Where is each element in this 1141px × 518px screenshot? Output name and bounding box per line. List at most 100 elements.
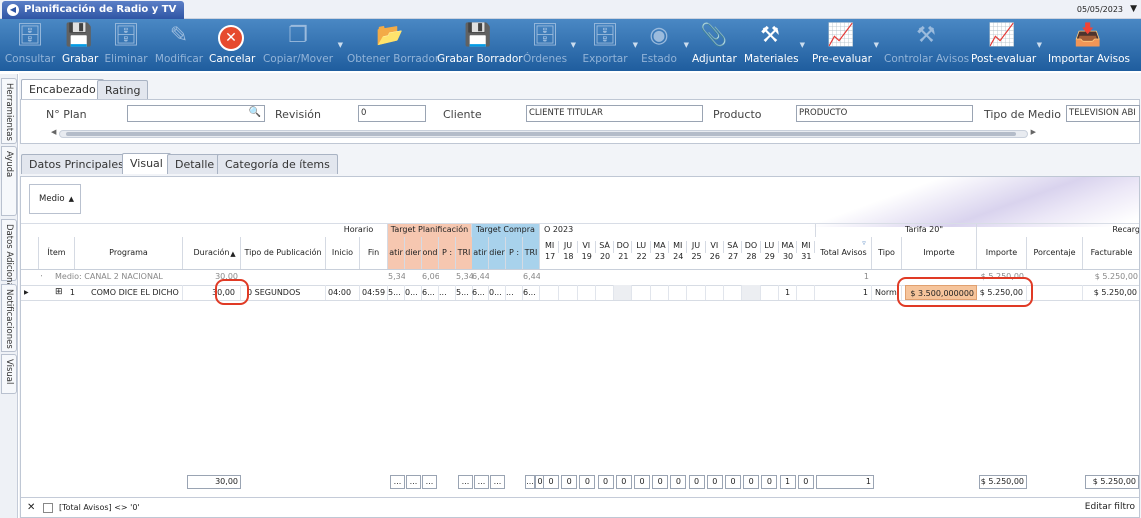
grabar-button[interactable]: 💾 Grabar	[62, 21, 98, 69]
sidetab-herramientas[interactable]: Herramientas	[1, 78, 17, 144]
dropdown-arrow-icon[interactable]: ▼	[571, 41, 576, 49]
row-day-cell[interactable]	[541, 285, 560, 300]
row-target-compra[interactable]: 6...	[472, 285, 489, 300]
row-day-cell[interactable]	[742, 285, 761, 300]
obtener-borrador-button[interactable]: 📂 Obtener Borrador	[347, 21, 439, 69]
edit-filter-link[interactable]: Editar filtro	[1085, 502, 1135, 512]
row-target-plan[interactable]: ...	[439, 285, 456, 300]
row-porcentaje[interactable]	[1027, 285, 1083, 300]
dropdown-arrow-icon[interactable]: ▼	[684, 41, 689, 49]
estado-button[interactable]: ◉ Estado ▼	[638, 21, 689, 69]
materiales-button[interactable]: ⚒ Materiales ▼	[744, 21, 805, 69]
dropdown-arrow-icon[interactable]: ▼	[1037, 41, 1042, 49]
nplan-input[interactable]: 🔍	[127, 105, 265, 122]
scroll-right-icon[interactable]: ▶	[1031, 128, 1036, 136]
window-tab[interactable]: ◀ Planificación de Radio y TV	[2, 1, 185, 19]
row-day-cell[interactable]	[797, 285, 816, 300]
dropdown-arrow-icon[interactable]: ▼	[874, 41, 879, 49]
target-compra-col[interactable]: TRI	[523, 237, 540, 269]
row-facturable[interactable]: $ 5.250,00	[1083, 285, 1139, 300]
tab-visual[interactable]: Visual	[122, 153, 171, 174]
target-compra-col[interactable]: P :	[506, 237, 523, 269]
sidetab-notificaciones[interactable]: Notificaciones	[1, 284, 17, 352]
pre-evaluar-button[interactable]: 📈 Pre-evaluar ▼	[812, 21, 879, 69]
adjuntar-button[interactable]: 📎 Adjuntar	[692, 21, 737, 69]
row-tipo-publicacion[interactable]: 0 SEGUNDOS	[247, 285, 326, 300]
row-target-plan[interactable]: 0...	[405, 285, 422, 300]
sidetab-datos-adicionales[interactable]: Datos Adicionales	[1, 219, 17, 300]
header-scrollbar[interactable]: ◀ ▶	[51, 128, 1036, 138]
target-plan-col[interactable]: dier	[405, 237, 422, 269]
dropdown-arrow-icon[interactable]: ▼	[800, 41, 805, 49]
ordenes-button[interactable]: 🗄 Órdenes ▼	[523, 21, 576, 69]
row-day-cell[interactable]	[614, 285, 633, 300]
column-header-inicio[interactable]: Inicio	[326, 237, 360, 269]
column-header-importe-tarifa[interactable]: Importe	[902, 237, 977, 269]
row-day-cell[interactable]	[578, 285, 596, 300]
tab-detalle[interactable]: Detalle	[167, 154, 223, 174]
producto-input[interactable]: PRODUCTO	[796, 105, 973, 122]
target-compra-col[interactable]: atir	[472, 237, 489, 269]
controlar-avisos-button[interactable]: ⚒ Controlar Avisos	[884, 21, 969, 69]
column-header-importe[interactable]: Importe	[977, 237, 1027, 269]
grabar-borrador-button[interactable]: 💾 Grabar Borrador	[437, 21, 523, 69]
sidetab-ayuda[interactable]: Ayuda	[1, 146, 17, 216]
search-icon[interactable]: 🔍	[249, 106, 261, 120]
sidetab-visual[interactable]: Visual	[1, 354, 17, 394]
row-target-compra[interactable]: 6...	[523, 285, 540, 300]
column-header-item[interactable]: Ítem	[39, 237, 75, 269]
row-day-cell[interactable]	[761, 285, 779, 300]
column-header-tipo_pub[interactable]: Tipo de Publicación	[241, 237, 326, 269]
cliente-input[interactable]: CLIENTE TITULAR	[526, 105, 703, 122]
target-compra-col[interactable]: dier	[489, 237, 506, 269]
row-day-cell[interactable]	[669, 285, 688, 300]
column-header-facturable[interactable]: Facturable	[1083, 237, 1139, 269]
column-header-tipo[interactable]: Tipo	[872, 237, 902, 269]
row-target-compra[interactable]: ...	[506, 285, 523, 300]
copiar-button[interactable]: ❐ Copiar/Mover ▼	[262, 21, 343, 69]
cancelar-button[interactable]: ✕ Cancelar	[209, 21, 255, 69]
importar-avisos-button[interactable]: 📥 Importar Avisos	[1048, 21, 1130, 69]
row-target-compra[interactable]: 0...	[489, 285, 506, 300]
target-plan-col[interactable]: ond	[422, 237, 439, 269]
column-header-porcentaje[interactable]: Porcentaje	[1027, 237, 1083, 269]
tab-datos-principales[interactable]: Datos Principales	[21, 154, 132, 174]
row-programa[interactable]: COMO DICE EL DICHO	[91, 285, 183, 300]
row-target-plan[interactable]: 6...	[422, 285, 439, 300]
filter-icon[interactable]: ▿	[859, 239, 869, 247]
filter-enable-checkbox[interactable]	[43, 503, 53, 513]
group-medio-button[interactable]: Medio ▲	[29, 184, 81, 214]
modificar-button[interactable]: ✎ Modificar	[152, 21, 206, 69]
scroll-thumb[interactable]	[66, 132, 1016, 136]
group-expand-icon[interactable]: ▾	[41, 269, 42, 284]
clear-filter-icon[interactable]: ✕	[27, 502, 35, 513]
row-day-cell[interactable]	[724, 285, 743, 300]
tab-rating[interactable]: Rating	[97, 80, 149, 100]
tipo-medio-input[interactable]: TELEVISION ABI	[1066, 105, 1140, 122]
row-day-cell[interactable]	[559, 285, 578, 300]
column-header-programa[interactable]: Programa	[75, 237, 183, 269]
column-header-fin[interactable]: Fin	[360, 237, 388, 269]
row-day-cell[interactable]	[651, 285, 670, 300]
tab-encabezado[interactable]: Encabezado	[21, 79, 104, 100]
target-plan-col[interactable]: atir	[388, 237, 405, 269]
dropdown-arrow-icon[interactable]: ▼	[338, 41, 343, 49]
row-day-cell[interactable]	[633, 285, 651, 300]
row-expand-icon[interactable]: ⊞	[55, 285, 65, 300]
row-target-plan[interactable]: 5...	[388, 285, 405, 300]
row-inicio[interactable]: 04:00	[326, 285, 360, 300]
target-plan-col[interactable]: P :	[439, 237, 456, 269]
row-day-cell[interactable]: 1	[779, 285, 798, 300]
row-day-cell[interactable]	[687, 285, 706, 300]
scroll-left-icon[interactable]: ◀	[51, 128, 56, 136]
consultar-button[interactable]: 🗄 Consultar	[4, 21, 56, 69]
sort-asc-icon[interactable]: ▲	[227, 250, 239, 258]
exportar-button[interactable]: 🗄 Exportar ▼	[581, 21, 638, 69]
target-plan-col[interactable]: TRI	[456, 237, 473, 269]
row-total-avisos[interactable]: 1	[816, 285, 872, 300]
eliminar-button[interactable]: 🗄 Eliminar	[104, 21, 148, 69]
post-evaluar-button[interactable]: 📈 Post-evaluar ▼	[971, 21, 1042, 69]
row-day-cell[interactable]	[706, 285, 724, 300]
row-target-plan[interactable]: 5...	[456, 285, 473, 300]
row-day-cell[interactable]	[596, 285, 615, 300]
